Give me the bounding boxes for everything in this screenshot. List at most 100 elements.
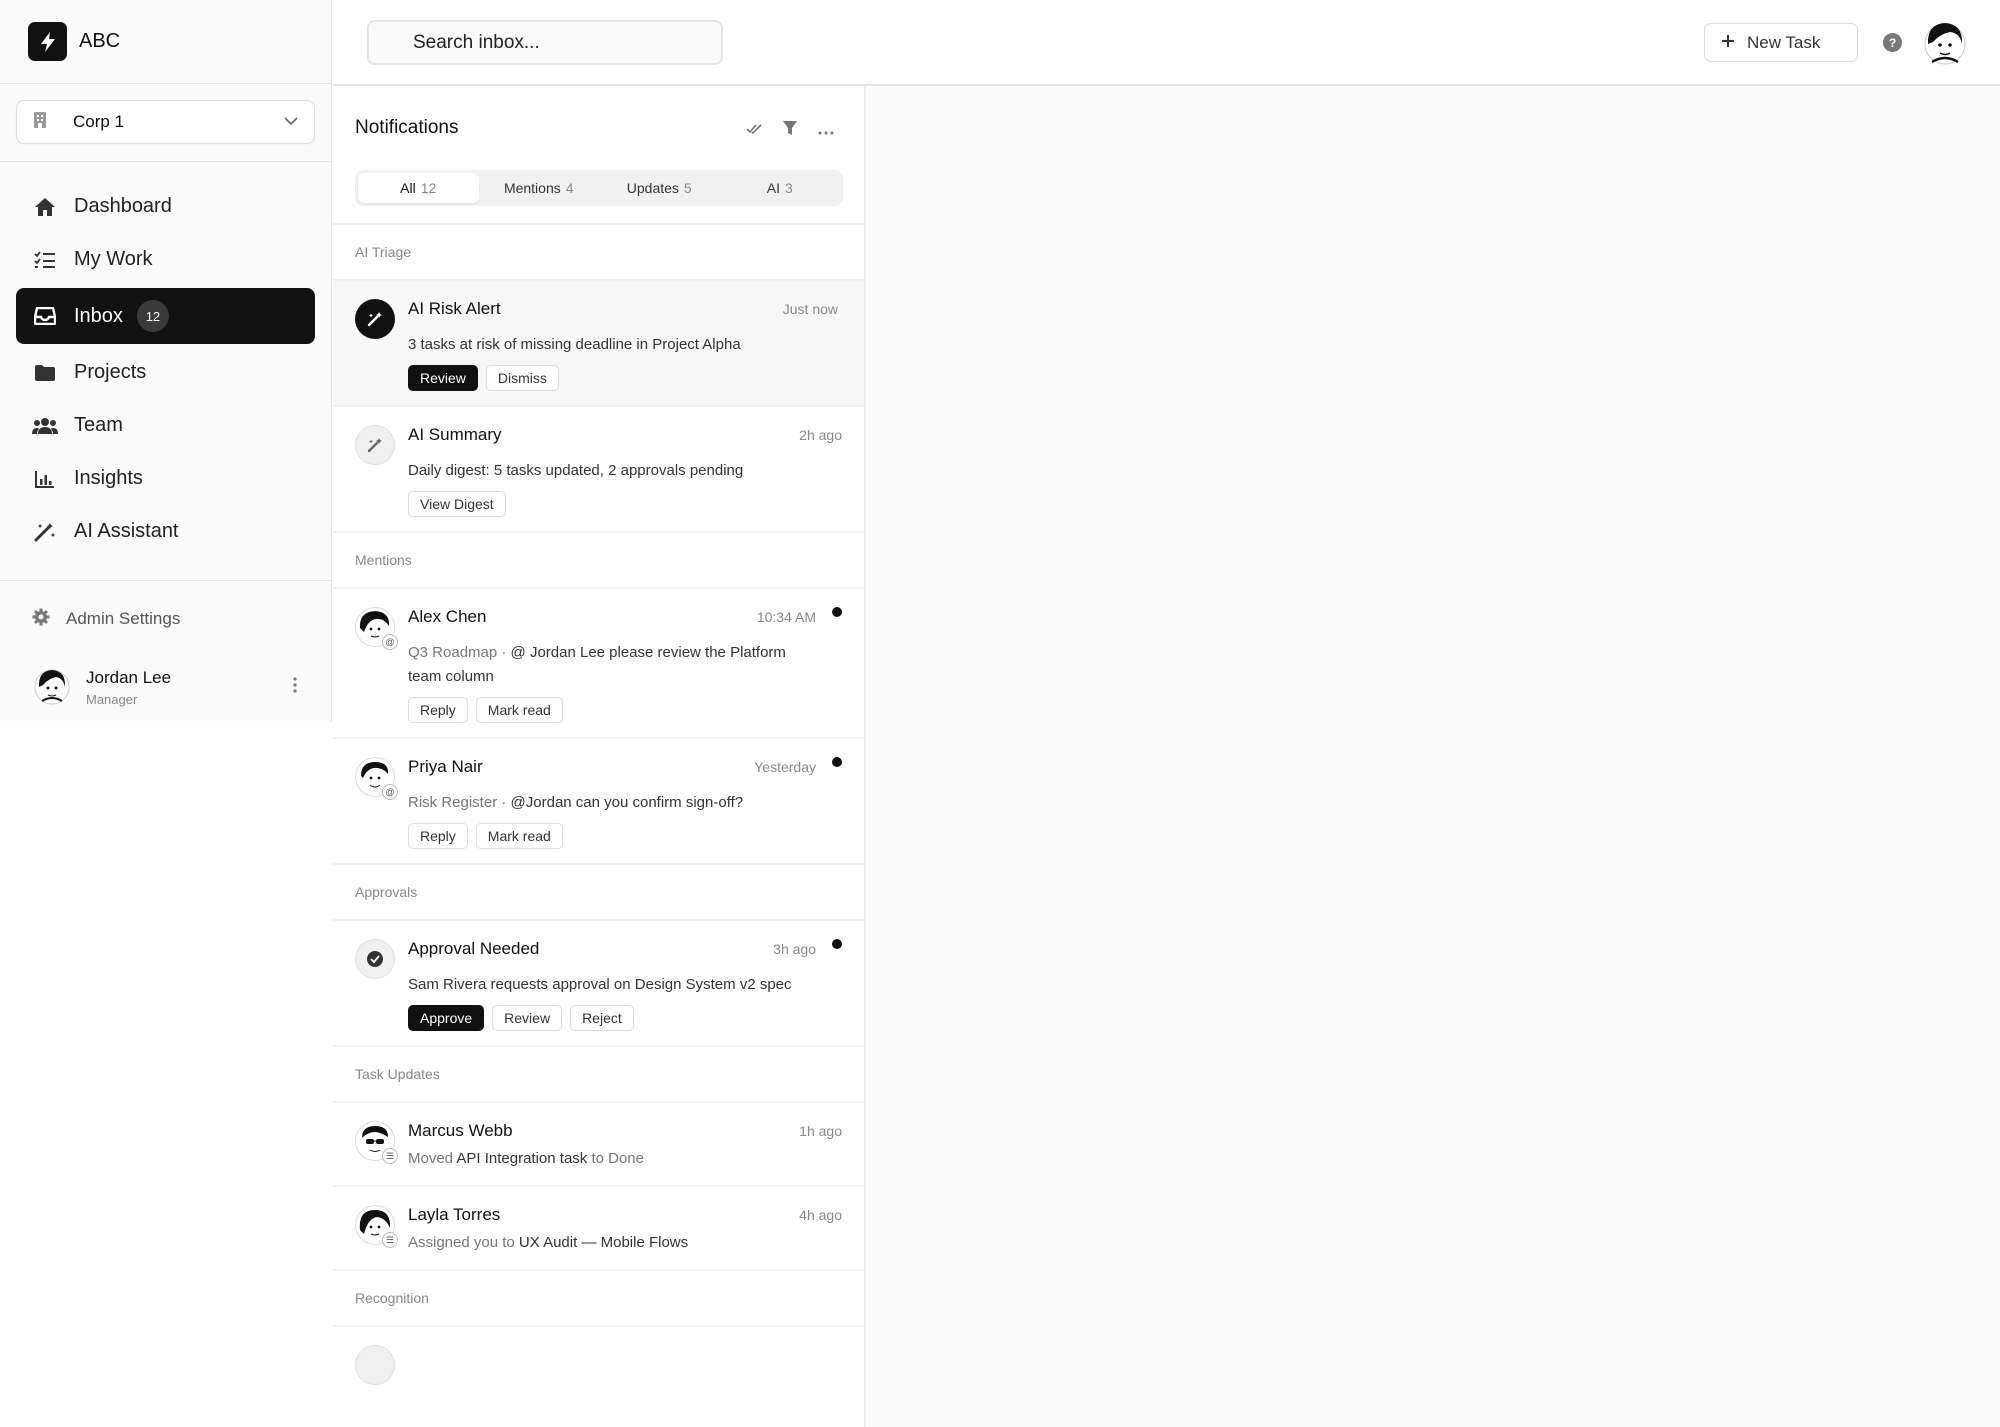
folder-icon	[32, 364, 58, 382]
section-recognition: Recognition	[333, 1271, 864, 1327]
panel-header: Notifications All 12 Mentions 4 Updates	[333, 86, 864, 225]
org-switcher[interactable]: Corp 1	[16, 100, 315, 144]
mention-icon: @	[382, 634, 398, 650]
mention-icon: @	[382, 784, 398, 800]
notification-layla-torres[interactable]: ☰ Layla Torres 4h ago Assigned you to UX…	[333, 1187, 864, 1271]
notification-header: Marcus Webb 1h ago	[408, 1121, 842, 1141]
notification-desc: Daily digest: 5 tasks updated, 2 approva…	[408, 462, 744, 479]
desc-task-name[interactable]: UX Audit — Mobile Flows	[519, 1234, 688, 1251]
new-task-label: New Task	[1747, 32, 1821, 52]
check-circle-icon	[355, 939, 395, 979]
inbox-count-badge: 12	[136, 300, 169, 332]
notification-ai-risk-alert[interactable]: AI Risk Alert Just now 3 tasks at risk o…	[333, 281, 864, 407]
task-list-icon: ☰	[382, 1148, 398, 1164]
dismiss-button[interactable]: Dismiss	[485, 365, 559, 391]
user-card[interactable]: Jordan Lee Manager	[0, 657, 331, 717]
nav-label: Team	[74, 414, 123, 436]
mark-read-button[interactable]: Mark read	[475, 823, 563, 849]
notification-header: Layla Torres 4h ago	[408, 1205, 842, 1225]
user-avatar	[34, 665, 70, 710]
notification-title: Alex Chen	[408, 607, 487, 626]
home-icon	[32, 197, 58, 217]
bolt-logo-icon[interactable]	[28, 22, 67, 61]
tab-all[interactable]: All 12	[358, 173, 479, 203]
top-user-avatar[interactable]	[1923, 20, 1967, 71]
magic-wand-icon	[355, 299, 395, 339]
notification-time: 2h ago	[799, 427, 842, 443]
desc-suffix: to Done	[587, 1150, 644, 1167]
nav-item-inbox[interactable]: Inbox 12	[16, 288, 315, 344]
notification-title: Priya Nair	[408, 757, 483, 776]
notification-ai-summary[interactable]: AI Summary 2h ago Daily digest: 5 tasks …	[333, 407, 864, 533]
approve-button[interactable]: Approve	[408, 1005, 485, 1031]
notification-header: Approval Needed 3h ago	[408, 939, 816, 959]
notification-time: Just now	[782, 301, 838, 317]
tab-ai[interactable]: AI 3	[720, 173, 841, 203]
notification-context: Q3 Roadmap ·	[408, 644, 511, 661]
notification-actions: Review Dismiss	[408, 365, 838, 391]
notification-time: 1h ago	[799, 1123, 842, 1139]
user-name: Jordan Lee	[86, 667, 172, 687]
notification-marcus-webb[interactable]: ☰ Marcus Webb 1h ago Moved API Integrati…	[333, 1103, 864, 1187]
tab-label: AI	[766, 180, 780, 196]
magic-wand-icon	[355, 425, 395, 465]
nav-item-insights[interactable]: Insights	[16, 452, 315, 505]
notification-header: Priya Nair Yesterday	[408, 757, 816, 777]
nav-item-projects[interactable]: Projects	[16, 346, 315, 399]
review-button[interactable]: Review	[408, 365, 478, 391]
tab-mentions[interactable]: Mentions 4	[479, 173, 600, 203]
tab-updates[interactable]: Updates 5	[599, 173, 720, 203]
nav-label: Insights	[74, 467, 143, 489]
kebab-menu-icon[interactable]	[293, 676, 297, 698]
panel-title: Notifications	[355, 117, 459, 138]
reply-button[interactable]: Reply	[408, 823, 468, 849]
more-horizontal-icon[interactable]	[818, 122, 834, 140]
notification-desc: Sam Rivera requests approval on Design S…	[408, 976, 792, 993]
nav-item-my-work[interactable]: My Work	[16, 233, 315, 286]
notification-priya-nair[interactable]: @ Priya Nair Yesterday Risk Register · @…	[333, 739, 864, 865]
notification-actions: Reply Mark read	[408, 823, 816, 849]
search-input[interactable]	[369, 22, 721, 63]
notification-title: AI Risk Alert	[408, 299, 501, 318]
avatar-priya-nair: @	[355, 757, 398, 800]
nav-item-ai-assistant[interactable]: AI Assistant	[16, 505, 315, 558]
notification-desc: Assigned you to UX Audit — Mobile Flows	[408, 1231, 842, 1255]
nav-item-team[interactable]: Team	[16, 399, 315, 452]
view-digest-button[interactable]: View Digest	[408, 491, 506, 517]
notification-actions: Reply Mark read	[408, 697, 816, 723]
avatar-alex-chen: @	[355, 607, 398, 650]
notification-actions: View Digest	[408, 491, 842, 517]
notification-approval-needed[interactable]: Approval Needed 3h ago Sam Rivera reques…	[333, 921, 864, 1047]
nav-label: AI Assistant	[74, 520, 179, 542]
unread-dot	[832, 939, 842, 949]
notification-message: @Jordan can you confirm sign-off?	[510, 794, 744, 811]
filter-icon[interactable]	[782, 120, 798, 141]
inbox-icon	[32, 307, 58, 325]
notification-context: Risk Register ·	[408, 794, 511, 811]
notification-title: Approval Needed	[408, 939, 540, 958]
notification-title: Layla Torres	[408, 1205, 501, 1224]
desc-task-name[interactable]: API Integration task	[456, 1150, 587, 1167]
section-mentions: Mentions	[333, 533, 864, 589]
brand-name: ABC	[79, 30, 121, 52]
notification-alex-chen[interactable]: @ Alex Chen 10:34 AM Q3 Roadmap · @ Jord…	[333, 589, 864, 739]
detail-pane	[868, 88, 2000, 1427]
admin-settings-link[interactable]: Admin Settings	[0, 581, 331, 657]
mark-read-button[interactable]: Mark read	[475, 697, 563, 723]
review-button[interactable]: Review	[492, 1005, 563, 1031]
reply-button[interactable]: Reply	[408, 697, 468, 723]
nav-item-dashboard[interactable]: Dashboard	[16, 180, 315, 233]
brand: ABC	[0, 0, 331, 84]
new-task-button[interactable]: New Task	[1704, 23, 1858, 62]
notification-desc: Risk Register · @Jordan can you confirm …	[408, 791, 816, 815]
help-icon[interactable]: ?	[1883, 33, 1902, 52]
reject-button[interactable]: Reject	[570, 1005, 634, 1031]
notification-header: AI Summary 2h ago	[408, 425, 842, 445]
notification-time: 4h ago	[799, 1207, 842, 1223]
panel-actions	[746, 120, 834, 141]
user-meta: Jordan Lee Manager	[86, 668, 293, 707]
topbar: New Task ?	[333, 0, 2000, 86]
building-icon	[33, 111, 47, 134]
main-nav: Dashboard My Work Inbox 12 Projects Team…	[0, 162, 331, 581]
mark-all-read-icon[interactable]	[746, 122, 762, 140]
